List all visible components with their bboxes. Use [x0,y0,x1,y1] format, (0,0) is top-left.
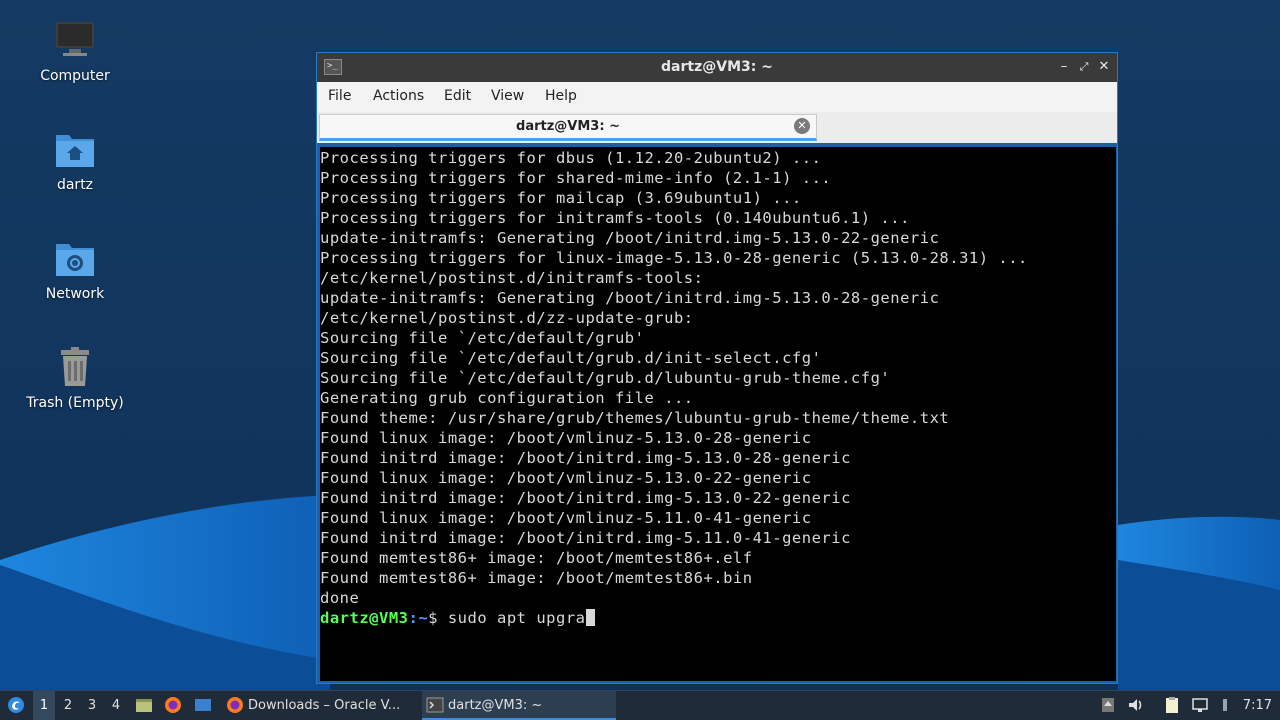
taskbar-item-label: dartz@VM3: ~ [448,698,543,713]
quicklaunch-file-manager[interactable] [133,691,155,720]
terminal-line: Found initrd image: /boot/initrd.img-5.1… [320,529,851,547]
menu-help[interactable]: Help [545,88,577,104]
terminal-line: done [320,589,360,607]
desktop-icon-network[interactable]: Network [20,236,130,302]
terminal-line: Processing triggers for dbus (1.12.20-2u… [320,149,822,167]
network-folder-icon [56,244,94,276]
tab-terminal[interactable]: dartz@VM3: ~ ✕ [319,114,817,141]
menu-edit[interactable]: Edit [444,88,471,104]
prompt-path: :~ [408,609,429,627]
clock[interactable]: 7:17 [1232,691,1272,720]
lubuntu-logo-icon [8,697,24,713]
desktop-icon-label: Computer [40,68,110,84]
computer-icon [56,22,94,56]
quicklaunch-show-desktop[interactable] [192,691,214,720]
terminal-line: Found linux image: /boot/vmlinuz-5.11.0-… [320,509,812,527]
tab-close-icon[interactable]: ✕ [794,118,810,134]
prompt-line[interactable]: dartz@VM3:~$ sudo apt upgra [320,608,1116,628]
firefox-icon [165,697,181,713]
desktop-icon-computer[interactable]: Computer [20,18,130,84]
window-titlebar[interactable]: >_ dartz@VM3: ~ – ⤢ ✕ [317,53,1117,82]
tray-power[interactable] [1216,691,1232,720]
quicklaunch-firefox[interactable] [162,691,184,720]
tab-label: dartz@VM3: ~ [516,119,620,134]
terminal-icon [426,697,444,713]
tab-bar: dartz@VM3: ~ ✕ [317,112,1117,143]
terminal-line: Found linux image: /boot/vmlinuz-5.13.0-… [320,429,812,447]
tray-updates[interactable] [1098,691,1118,720]
clipboard-icon [1166,697,1178,713]
file-manager-icon [136,699,152,712]
menu-file[interactable]: File [328,88,351,104]
terminal-line: Found initrd image: /boot/initrd.img-5.1… [320,489,851,507]
terminal-output[interactable]: Processing triggers for dbus (1.12.20-2u… [320,147,1116,681]
menu-view[interactable]: View [491,88,524,104]
taskbar-item-terminal[interactable]: dartz@VM3: ~ [422,691,616,720]
terminal-line: update-initramfs: Generating /boot/initr… [320,289,940,307]
menu-actions[interactable]: Actions [373,88,424,104]
terminal-line: Found theme: /usr/share/grub/themes/lubu… [320,409,950,427]
desktop-switch-3[interactable]: 3 [81,691,103,720]
trash-icon [61,347,89,386]
desktop-icon-label: Trash (Empty) [26,395,124,411]
terminal-window[interactable]: >_ dartz@VM3: ~ – ⤢ ✕ File Actions Edit … [316,52,1118,684]
minimize-button[interactable]: – [1055,58,1073,76]
maximize-button[interactable]: ⤢ [1075,58,1093,76]
terminal-line: /etc/kernel/postinst.d/zz-update-grub: [320,309,694,327]
terminal-line: Processing triggers for shared-mime-info… [320,169,832,187]
taskbar-item-label: Downloads – Oracle V... [248,698,401,713]
desktop-icon-home[interactable]: dartz [20,127,130,193]
tray-volume[interactable] [1126,691,1146,720]
volume-icon [1129,699,1142,711]
network-icon [1192,698,1208,712]
terminal-line: Found linux image: /boot/vmlinuz-5.13.0-… [320,469,812,487]
window-title: dartz@VM3: ~ [661,59,773,75]
desktop-icon-label: Network [45,286,105,302]
show-desktop-icon [195,699,211,711]
tray-network[interactable] [1190,691,1210,720]
home-folder-icon [56,135,94,167]
close-button[interactable]: ✕ [1095,58,1113,76]
terminal-line: Generating grub configuration file ... [320,389,694,407]
terminal-line: Found memtest86+ image: /boot/memtest86+… [320,549,753,567]
desktop-icon-label: dartz [56,177,94,193]
desktop-icon-trash[interactable]: Trash (Empty) [20,345,130,411]
text-cursor [585,609,595,626]
command-input[interactable]: sudo apt upgra [448,609,586,627]
desktop-switch-4[interactable]: 4 [105,691,127,720]
terminal-line: Found memtest86+ image: /boot/memtest86+… [320,569,753,587]
prompt-user: dartz@VM3 [320,609,409,627]
firefox-icon [227,697,243,713]
taskbar-item-firefox[interactable]: Downloads – Oracle V... [222,691,418,720]
menu-bar: File Actions Edit View Help [317,82,1117,113]
terminal-line: Found initrd image: /boot/initrd.img-5.1… [320,449,851,467]
start-menu-button[interactable] [4,691,28,720]
terminal-line: Sourcing file `/etc/default/grub.d/init-… [320,349,822,367]
tray-clipboard[interactable] [1162,691,1182,720]
taskbar: 1 2 3 4 Downloads – Oracle V... dartz@VM… [0,690,1280,720]
terminal-line: update-initramfs: Generating /boot/initr… [320,229,940,247]
terminal-line: Sourcing file `/etc/default/grub.d/lubun… [320,369,891,387]
terminal-line: /etc/kernel/postinst.d/initramfs-tools: [320,269,704,287]
terminal-line: Processing triggers for mailcap (3.69ubu… [320,189,802,207]
desktop-switch-2[interactable]: 2 [57,691,79,720]
terminal-line: Sourcing file `/etc/default/grub' [320,329,645,347]
desktop-switch-1[interactable]: 1 [33,691,55,720]
prompt-symbol: $ [428,609,448,627]
terminal-line: Processing triggers for initramfs-tools … [320,209,910,227]
update-notifier-icon [1102,698,1114,712]
terminal-line: Processing triggers for linux-image-5.13… [320,249,1028,267]
